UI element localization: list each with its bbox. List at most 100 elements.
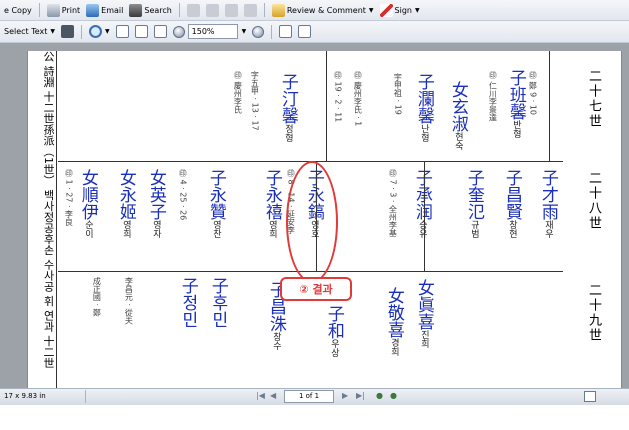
chevron-down-icon: ▼ [50, 28, 56, 35]
lineage-line [549, 51, 550, 161]
plus-icon [252, 25, 265, 38]
person-hangul: 정형 [282, 124, 293, 142]
back-view-icon[interactable]: ● [376, 391, 383, 400]
person-hangul: 규범 [468, 220, 479, 238]
person-entry: 子班馨반형 [506, 69, 526, 138]
forward-view-icon[interactable]: ● [390, 391, 397, 400]
highlight-oval [286, 161, 338, 283]
toolbar-separator [178, 3, 180, 17]
review-icon [271, 3, 285, 17]
document-viewport[interactable]: 公 詩淵 十二世孫派（1世） 백사정공후손 수사공 휘 연과 十二世 二十七世 … [0, 43, 629, 388]
person-hangul: 재우 [542, 220, 553, 238]
undo-button[interactable] [203, 2, 222, 19]
person-entry: 子才雨재우 [537, 169, 558, 238]
page-number-field[interactable]: 1 of 1 [284, 390, 334, 403]
page-layout-button[interactable] [276, 23, 295, 40]
previous-page-icon[interactable]: ◀ [270, 391, 276, 400]
person-hangul: 경희 [388, 338, 399, 356]
chevron-down-icon: ▼ [241, 28, 247, 35]
person-hangul: 창수 [270, 332, 281, 350]
person-name: 女英子 [145, 169, 166, 220]
person-entry: 子汀馨정형 [277, 73, 298, 142]
person-hangul: 창현 [506, 220, 517, 238]
camera-icon [61, 25, 75, 38]
chevron-down-icon: ▼ [368, 6, 374, 14]
binoculars-icon [129, 3, 143, 17]
redo-button[interactable] [222, 2, 241, 19]
person-hangul: 영희 [120, 220, 131, 238]
review-comment-button[interactable]: Review & Comment ▼ [269, 2, 377, 19]
magnifier-icon [89, 25, 103, 38]
select-text-label: Select Text [4, 27, 48, 36]
toolbar-separator [263, 3, 265, 17]
fit-page-button[interactable] [132, 23, 151, 40]
zoom-level-input[interactable]: 150% [187, 24, 238, 39]
window-footer [0, 405, 629, 430]
chevron-down-icon: ▼ [415, 6, 420, 14]
actual-size-button[interactable] [113, 23, 132, 40]
toolbar-separator [81, 24, 83, 39]
person-entry: 女永姬영희 [115, 169, 136, 238]
email-button[interactable]: Email [83, 2, 126, 19]
minus-icon [172, 25, 185, 38]
last-page-icon[interactable]: ▶| [356, 391, 365, 400]
person-entry: 子瀾馨난형 [414, 73, 434, 142]
record-detail: ㊞ 鄭 9 · 10 [528, 71, 538, 115]
lineage-line [424, 161, 425, 271]
person-hangul: 순이 [82, 220, 93, 238]
zoom-in-button[interactable] [249, 23, 267, 40]
person-hangul: 진희 [418, 330, 429, 348]
record-detail: 成正國 · 鄭 [92, 277, 102, 317]
zoom-tool-button[interactable]: ▼ [86, 23, 113, 40]
person-entry: 子和우상 [324, 305, 344, 357]
person-name: 子후민 [207, 277, 228, 328]
stamp-icon [186, 3, 200, 17]
person-hangul: 승유 [416, 220, 427, 238]
sign-button[interactable]: Sign ▼ [377, 2, 423, 19]
fit-width-button[interactable] [151, 23, 170, 40]
rotate-button[interactable] [295, 23, 314, 40]
email-label: Email [101, 5, 124, 15]
main-toolbar: e Copy Print Email Search Review & Comme… [0, 0, 629, 21]
print-button[interactable]: Print [44, 2, 83, 19]
zoom-out-button[interactable] [170, 23, 188, 40]
page-dimensions: 17 x 9.83 in [2, 390, 86, 403]
fit-width-icon [153, 25, 167, 38]
first-page-icon[interactable]: |◀ [256, 391, 265, 400]
annotation-callout: ② 결과 [280, 277, 352, 301]
status-bar: 17 x 9.83 in |◀ ◀ 1 of 1 ▶ ▶| ● ● [0, 388, 629, 405]
select-text-button[interactable]: Select Text ▼ [1, 23, 58, 40]
person-hangul: 우상 [328, 339, 339, 357]
person-entry: 女玄淑현숙 [448, 81, 468, 150]
generation-label-29: 二十九世 [586, 283, 601, 343]
record-detail: ㊞ 19 · 2 · 11 [333, 71, 343, 123]
zoom-dropdown[interactable]: ▼ [238, 23, 250, 40]
person-hangul: 반형 [510, 120, 521, 138]
person-name: 女敬喜 [383, 287, 404, 338]
printer-icon [46, 3, 60, 17]
single-page-icon[interactable] [584, 391, 596, 402]
person-hangul: 영희 [266, 220, 277, 238]
person-entry: 子정민 [177, 277, 198, 328]
person-name: 子才雨 [537, 169, 558, 220]
attach-button[interactable] [241, 2, 260, 19]
record-detail: ㊞ 慶州李氏 [233, 71, 243, 114]
record-detail: 李昌元 · 從夫 [124, 277, 134, 325]
pen-icon [379, 3, 393, 17]
toolbar-separator [271, 24, 273, 39]
snapshot-button[interactable] [58, 23, 77, 40]
person-hangul: 현숙 [452, 132, 463, 150]
attach-icon [243, 3, 257, 17]
person-hangul: 난형 [418, 124, 429, 142]
copy-button[interactable]: e Copy [1, 2, 35, 19]
person-entry: 子永贊영찬 [206, 169, 226, 238]
person-name: 女順伊 [77, 169, 98, 220]
person-name: 子정민 [177, 277, 198, 328]
stamp-button[interactable] [184, 2, 203, 19]
next-page-icon[interactable]: ▶ [342, 391, 348, 400]
person-name: 女永姬 [115, 169, 136, 220]
person-name: 子汀馨 [277, 73, 298, 124]
divider-line [56, 51, 57, 388]
record-detail: ㊞ 4 · 25 · 26 [178, 169, 188, 221]
search-button[interactable]: Search [126, 2, 174, 19]
